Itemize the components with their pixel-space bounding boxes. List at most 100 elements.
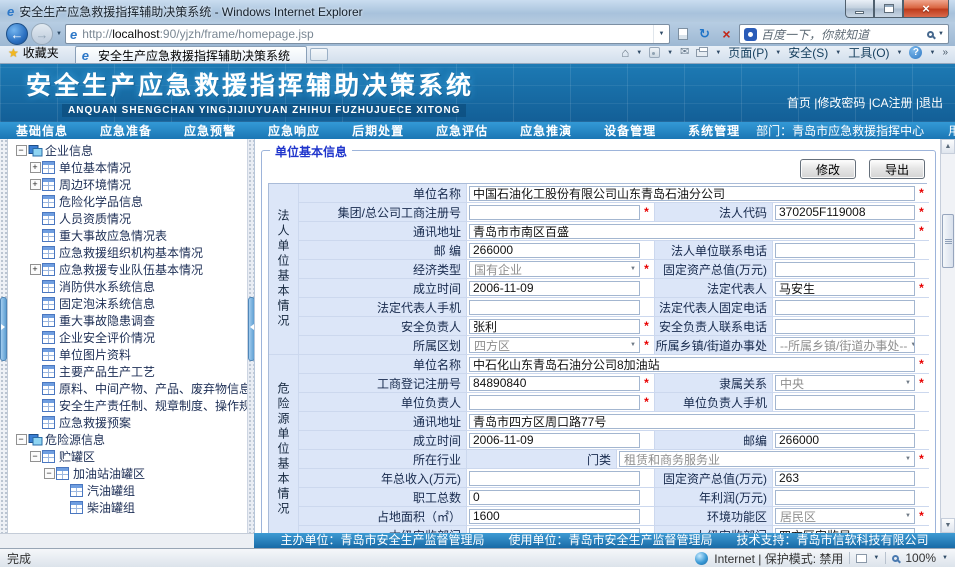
form-input[interactable] — [469, 281, 640, 296]
form-input[interactable] — [775, 395, 915, 410]
nav-item[interactable]: 应急响应 — [252, 122, 336, 139]
collapse-icon[interactable]: − — [16, 145, 27, 156]
address-input[interactable]: e http://localhost:90/yjzh/frame/homepag… — [65, 24, 670, 44]
compatibility-view-button[interactable] — [673, 28, 692, 40]
form-input[interactable] — [775, 243, 915, 258]
page-menu-dropdown-icon[interactable]: ▼ — [775, 50, 781, 56]
header-link[interactable]: 退出 — [919, 96, 943, 110]
tools-menu-dropdown-icon[interactable]: ▼ — [897, 50, 903, 56]
statusbar-compat-dropdown-icon[interactable]: ▼ — [873, 555, 879, 561]
tree-item[interactable]: 单位图片资料 — [10, 346, 247, 363]
header-link[interactable]: 首页 — [787, 96, 811, 110]
tree-item[interactable]: 企业安全评价情况 — [10, 329, 247, 346]
form-input[interactable] — [469, 433, 640, 448]
tree-item[interactable]: 主要产品生产工艺 — [10, 363, 247, 380]
tree-item[interactable]: +单位基本情况 — [10, 159, 247, 176]
home-icon[interactable]: ⌂ — [621, 46, 629, 59]
form-input[interactable] — [469, 357, 915, 372]
nav-item[interactable]: 应急推演 — [504, 122, 588, 139]
search-input-text[interactable]: 百度一下，你就知道 — [761, 26, 923, 43]
tree-item[interactable]: −贮罐区 — [10, 448, 247, 465]
nav-item[interactable]: 系统管理 — [672, 122, 756, 139]
minimize-button[interactable] — [845, 0, 874, 18]
tree-item[interactable]: 重大事故应急情况表 — [10, 227, 247, 244]
rss-feed-icon[interactable] — [649, 47, 660, 58]
stop-button[interactable]: × — [717, 26, 736, 42]
print-icon[interactable] — [696, 49, 708, 57]
form-input[interactable] — [775, 471, 915, 486]
header-link[interactable]: CA注册 — [872, 96, 913, 110]
tree-item[interactable]: 汽油罐组 — [10, 482, 247, 499]
form-select[interactable]: 国有企业▼ — [469, 261, 640, 277]
export-button[interactable]: 导出 — [869, 159, 925, 179]
modify-button[interactable]: 修改 — [800, 159, 856, 179]
help-icon[interactable]: ? — [909, 46, 922, 59]
mail-icon[interactable]: ✉ — [680, 47, 689, 58]
tools-menu[interactable]: 工具(O) — [848, 44, 889, 61]
rss-dropdown-icon[interactable]: ▼ — [667, 50, 673, 56]
form-select[interactable]: 中央▼ — [775, 375, 915, 391]
history-dropdown-icon[interactable]: ▼ — [56, 31, 62, 37]
form-input[interactable] — [775, 205, 915, 220]
form-input[interactable] — [775, 433, 915, 448]
tree-item[interactable]: −企业信息 — [10, 142, 247, 159]
main-scrollbar[interactable]: ▲ ▼ — [940, 139, 955, 533]
search-dropdown-icon[interactable]: ▼ — [938, 31, 944, 37]
expand-icon[interactable]: + — [30, 264, 41, 275]
collapse-icon[interactable]: − — [16, 434, 27, 445]
header-link[interactable]: 修改密码 — [817, 96, 865, 110]
tree-item[interactable]: 人员资质情况 — [10, 210, 247, 227]
form-input[interactable] — [775, 300, 915, 315]
maximize-button[interactable] — [874, 0, 903, 18]
new-tab-button[interactable] — [310, 48, 328, 61]
back-button[interactable]: ← — [6, 23, 28, 45]
form-input[interactable] — [469, 509, 640, 524]
form-input[interactable] — [469, 376, 640, 391]
form-input[interactable] — [469, 224, 915, 239]
form-input[interactable] — [469, 414, 915, 429]
home-dropdown-icon[interactable]: ▼ — [636, 50, 642, 56]
form-input[interactable] — [775, 262, 915, 277]
search-icon[interactable] — [927, 31, 934, 38]
tree-item[interactable]: 柴油罐组 — [10, 499, 247, 516]
nav-item[interactable]: 应急准备 — [84, 122, 168, 139]
left-collapse-handle[interactable] — [0, 297, 7, 361]
nav-item[interactable]: 后期处置 — [336, 122, 420, 139]
nav-item[interactable]: 应急预警 — [168, 122, 252, 139]
address-dropdown-icon[interactable]: ▼ — [653, 25, 669, 43]
nav-item[interactable]: 应急评估 — [420, 122, 504, 139]
form-input[interactable] — [775, 281, 915, 296]
form-input[interactable] — [469, 490, 640, 505]
tree-item[interactable]: 固定泡沫系统信息 — [10, 295, 247, 312]
tree-item[interactable]: 安全生产责任制、规章制度、操作规程信息 — [10, 397, 247, 414]
security-menu[interactable]: 安全(S) — [788, 44, 828, 61]
collapse-icon[interactable]: − — [44, 468, 55, 479]
tree-item[interactable]: 重大事故隐患调查 — [10, 312, 247, 329]
statusbar-compat-icon[interactable] — [856, 554, 867, 563]
form-input[interactable] — [775, 528, 915, 534]
forward-button[interactable]: → — [31, 23, 53, 45]
security-menu-dropdown-icon[interactable]: ▼ — [835, 50, 841, 56]
form-select[interactable]: 租赁和商务服务业▼ — [619, 451, 915, 467]
form-input[interactable] — [469, 395, 640, 410]
page-menu[interactable]: 页面(P) — [728, 44, 768, 61]
tree-item[interactable]: 危险化学品信息 — [10, 193, 247, 210]
form-select[interactable]: 居民区▼ — [775, 508, 915, 524]
form-input[interactable] — [469, 186, 915, 201]
collapse-icon[interactable]: − — [30, 451, 41, 462]
form-select[interactable]: 四方区▼ — [469, 337, 640, 353]
tree-item[interactable]: −危险源信息 — [10, 431, 247, 448]
nav-item[interactable]: 基础信息 — [0, 122, 84, 139]
refresh-button[interactable]: ↻ — [695, 26, 714, 42]
form-input[interactable] — [775, 319, 915, 334]
nav-item[interactable]: 设备管理 — [588, 122, 672, 139]
form-input[interactable] — [469, 243, 640, 258]
expand-icon[interactable]: + — [30, 162, 41, 173]
form-input[interactable] — [469, 300, 640, 315]
help-dropdown-icon[interactable]: ▼ — [929, 50, 935, 56]
tree-item[interactable]: −加油站油罐区 — [10, 465, 247, 482]
scroll-up-icon[interactable]: ▲ — [941, 139, 955, 154]
scroll-down-icon[interactable]: ▼ — [941, 518, 955, 533]
expand-icon[interactable]: + — [30, 179, 41, 190]
form-input[interactable] — [469, 528, 640, 534]
